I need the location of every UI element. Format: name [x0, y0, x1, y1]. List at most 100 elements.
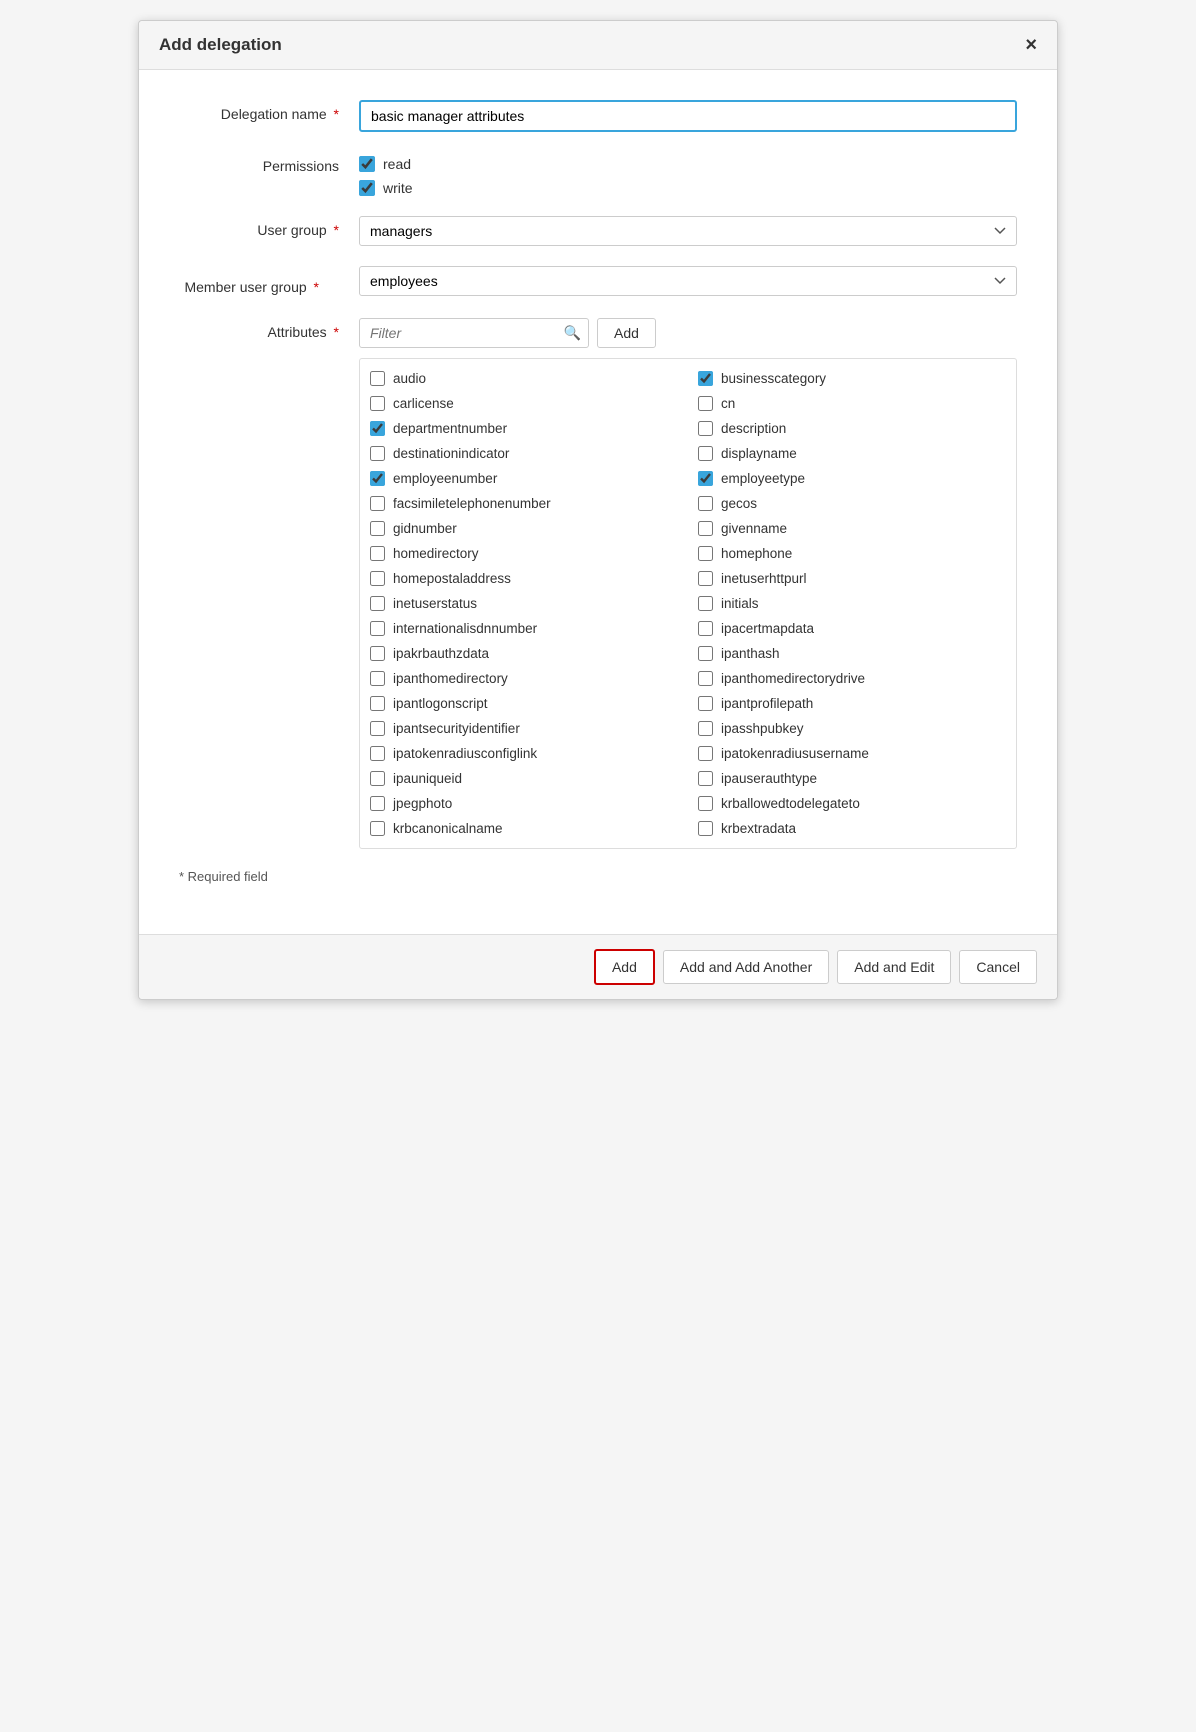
list-item: employeetype: [698, 469, 1006, 488]
attribute-label: employeenumber: [393, 471, 497, 486]
attribute-label: carlicense: [393, 396, 454, 411]
add-and-edit-button[interactable]: Add and Edit: [837, 950, 951, 984]
list-item: ipanthash: [698, 644, 1006, 663]
user-group-label: User group *: [179, 216, 359, 238]
filter-input[interactable]: [359, 318, 589, 348]
permissions-checkbox-group: read write: [359, 152, 1017, 196]
attribute-checkbox[interactable]: [370, 721, 385, 736]
attribute-checkbox[interactable]: [698, 646, 713, 661]
attribute-label: ipanthomedirectorydrive: [721, 671, 865, 686]
attribute-checkbox[interactable]: [698, 496, 713, 511]
add-button[interactable]: Add: [594, 949, 655, 985]
list-item: cn: [698, 394, 1006, 413]
attribute-label: initials: [721, 596, 759, 611]
dialog-body: Delegation name * Permissions read write: [139, 70, 1057, 934]
permissions-label: Permissions: [179, 152, 359, 174]
dialog-footer: Add Add and Add Another Add and Edit Can…: [139, 934, 1057, 999]
required-star-3: *: [314, 279, 319, 295]
attribute-checkbox[interactable]: [370, 521, 385, 536]
attribute-checkbox[interactable]: [370, 821, 385, 836]
close-button[interactable]: ×: [1025, 35, 1037, 55]
attribute-checkbox[interactable]: [698, 696, 713, 711]
permission-read-label: read: [383, 156, 411, 172]
delegation-name-row: Delegation name *: [179, 100, 1017, 132]
attribute-checkbox[interactable]: [698, 771, 713, 786]
attribute-checkbox[interactable]: [370, 621, 385, 636]
attribute-checkbox[interactable]: [370, 696, 385, 711]
list-item: homephone: [698, 544, 1006, 563]
attribute-checkbox[interactable]: [698, 546, 713, 561]
user-group-select[interactable]: managers: [359, 216, 1017, 246]
attribute-label: inetuserhttpurl: [721, 571, 807, 586]
attribute-label: ipanthomedirectory: [393, 671, 508, 686]
member-user-group-select[interactable]: employees: [359, 266, 1017, 296]
attribute-checkbox[interactable]: [698, 796, 713, 811]
attributes-grid: audiobusinesscategorycarlicensecndepartm…: [370, 369, 1006, 838]
attribute-checkbox[interactable]: [370, 396, 385, 411]
attribute-checkbox[interactable]: [698, 471, 713, 486]
attribute-label: ipatokenradiususername: [721, 746, 869, 761]
list-item: internationalisdnnumber: [370, 619, 678, 638]
list-item: ipasshpubkey: [698, 719, 1006, 738]
required-star-2: *: [334, 222, 339, 238]
permissions-row: Permissions read write: [179, 152, 1017, 196]
permission-read-checkbox[interactable]: [359, 156, 375, 172]
attribute-checkbox[interactable]: [370, 546, 385, 561]
attribute-label: ipantlogonscript: [393, 696, 488, 711]
cancel-button[interactable]: Cancel: [959, 950, 1037, 984]
list-item: ipantsecurityidentifier: [370, 719, 678, 738]
attribute-label: description: [721, 421, 786, 436]
attribute-label: ipatokenradiusconfiglink: [393, 746, 537, 761]
add-attribute-button[interactable]: Add: [597, 318, 656, 348]
permission-write-checkbox[interactable]: [359, 180, 375, 196]
attribute-checkbox[interactable]: [370, 446, 385, 461]
attribute-checkbox[interactable]: [698, 421, 713, 436]
list-item: ipanthomedirectory: [370, 669, 678, 688]
attribute-checkbox[interactable]: [698, 721, 713, 736]
attribute-checkbox[interactable]: [370, 471, 385, 486]
attribute-checkbox[interactable]: [370, 771, 385, 786]
user-group-row: User group * managers: [179, 216, 1017, 246]
list-item: facsimiletelephonenumber: [370, 494, 678, 513]
list-item: krballowedtodelegateto: [698, 794, 1006, 813]
attribute-checkbox[interactable]: [370, 421, 385, 436]
attribute-label: givenname: [721, 521, 787, 536]
attribute-label: gecos: [721, 496, 757, 511]
attribute-checkbox[interactable]: [698, 521, 713, 536]
list-item: ipantlogonscript: [370, 694, 678, 713]
attribute-checkbox[interactable]: [698, 621, 713, 636]
add-and-another-button[interactable]: Add and Add Another: [663, 950, 829, 984]
attribute-label: displayname: [721, 446, 797, 461]
permissions-wrapper: read write: [359, 152, 1017, 196]
attribute-checkbox[interactable]: [370, 746, 385, 761]
attribute-checkbox[interactable]: [698, 571, 713, 586]
permission-read-item: read: [359, 156, 1017, 172]
attribute-checkbox[interactable]: [698, 671, 713, 686]
attribute-checkbox[interactable]: [370, 371, 385, 386]
delegation-name-label: Delegation name *: [179, 100, 359, 122]
list-item: departmentnumber: [370, 419, 678, 438]
attribute-checkbox[interactable]: [370, 671, 385, 686]
list-item: destinationindicator: [370, 444, 678, 463]
attribute-label: ipantsecurityidentifier: [393, 721, 520, 736]
list-item: carlicense: [370, 394, 678, 413]
attribute-checkbox[interactable]: [370, 646, 385, 661]
attributes-section: Attributes * 🔍 Add audiobusinesscategory…: [179, 318, 1017, 849]
attribute-checkbox[interactable]: [698, 746, 713, 761]
attribute-checkbox[interactable]: [370, 596, 385, 611]
delegation-name-input[interactable]: [359, 100, 1017, 132]
attribute-checkbox[interactable]: [698, 446, 713, 461]
attribute-checkbox[interactable]: [698, 596, 713, 611]
user-group-wrapper: managers: [359, 216, 1017, 246]
attribute-checkbox[interactable]: [370, 496, 385, 511]
required-star: *: [334, 106, 339, 122]
attribute-checkbox[interactable]: [698, 821, 713, 836]
list-item: employeenumber: [370, 469, 678, 488]
attribute-checkbox[interactable]: [370, 796, 385, 811]
list-item: businesscategory: [698, 369, 1006, 388]
attribute-checkbox[interactable]: [698, 396, 713, 411]
attribute-label: employeetype: [721, 471, 805, 486]
attribute-checkbox[interactable]: [698, 371, 713, 386]
attribute-checkbox[interactable]: [370, 571, 385, 586]
attributes-list-container[interactable]: audiobusinesscategorycarlicensecndepartm…: [359, 358, 1017, 849]
